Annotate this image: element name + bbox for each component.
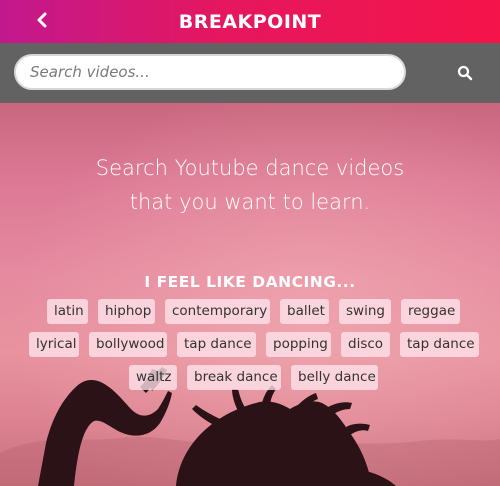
headline-line-1: Search Youtube dance videos <box>95 156 405 180</box>
tag-belly-dance[interactable]: belly dance <box>291 365 378 390</box>
tag-swing[interactable]: swing <box>339 299 391 324</box>
app-header: BREAKPOINT <box>0 0 500 43</box>
tag-contemporary[interactable]: contemporary <box>165 299 270 324</box>
dance-prompt-heading: I FEEL LIKE DANCING... <box>144 273 356 291</box>
chevron-left-icon <box>37 12 47 28</box>
hero-section: Search Youtube dance videos that you wan… <box>0 103 500 486</box>
headline-line-2: that you want to learn. <box>129 190 371 214</box>
tag-lyrical[interactable]: lyrical <box>29 332 79 357</box>
tag-popping[interactable]: popping <box>266 332 331 357</box>
brand-logo: BREAKPOINT <box>150 8 350 36</box>
search-input[interactable] <box>14 54 406 90</box>
tag-waltz[interactable]: waltz <box>129 365 177 390</box>
search-icon <box>457 65 473 81</box>
search-button[interactable] <box>450 60 480 86</box>
tag-break-dance[interactable]: break dance <box>187 365 281 390</box>
tag-bollywood[interactable]: bollywood <box>89 332 167 357</box>
brand-name: BREAKPOINT <box>178 11 322 33</box>
tag-ballet[interactable]: ballet <box>280 299 329 324</box>
tag-latin[interactable]: latin <box>47 299 88 324</box>
back-button[interactable] <box>30 6 54 34</box>
tag-reggae[interactable]: reggae <box>401 299 460 324</box>
hero-headline: Search Youtube dance videos that you wan… <box>0 151 500 219</box>
tag-disco[interactable]: disco <box>341 332 390 357</box>
tag-hiphop[interactable]: hiphop <box>98 299 155 324</box>
tag-tap-dance-2[interactable]: tap dance <box>400 332 479 357</box>
tag-tap-dance[interactable]: tap dance <box>177 332 256 357</box>
